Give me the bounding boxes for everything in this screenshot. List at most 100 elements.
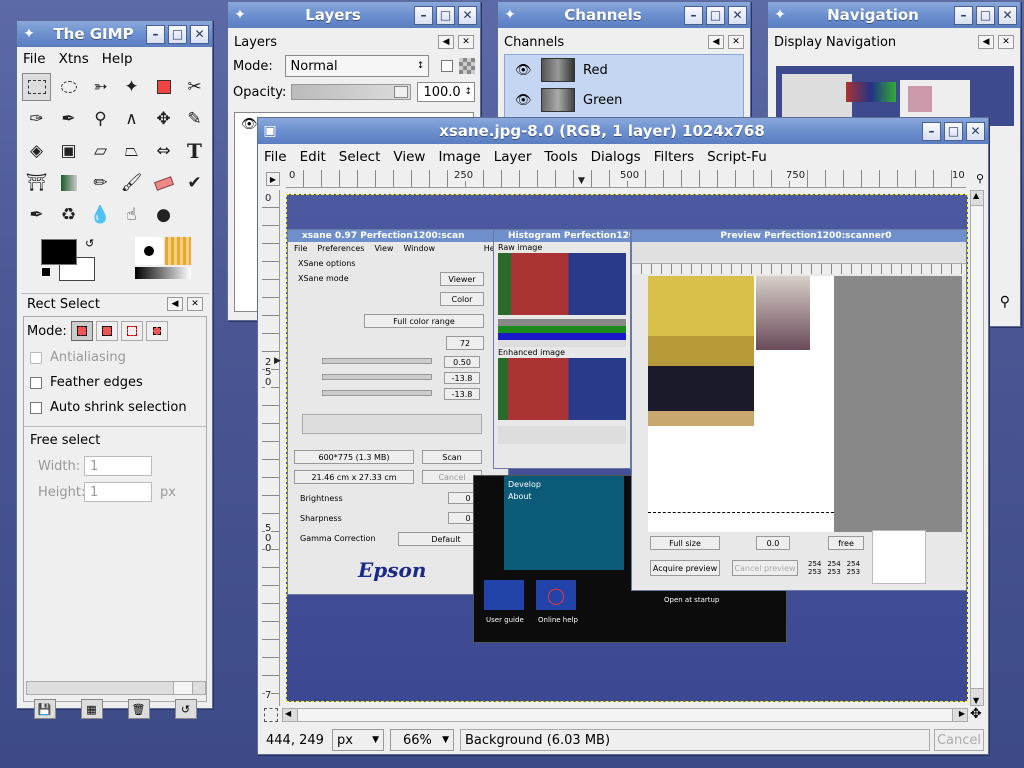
close-button[interactable]: ✕ — [190, 24, 209, 44]
maximize-button[interactable]: □ — [706, 5, 725, 25]
eye-icon[interactable]: 👁 — [515, 93, 541, 108]
rect-select-tool-icon[interactable] — [22, 73, 51, 101]
panel-menu-icon[interactable]: ◀ — [438, 35, 454, 49]
close-button[interactable]: ✕ — [458, 5, 477, 25]
layers-mode-select[interactable]: Normal ↕ — [284, 55, 430, 77]
smudge-tool-icon[interactable]: ☝ — [117, 201, 146, 229]
options-scrollbar[interactable] — [26, 681, 206, 695]
close-button[interactable]: ✕ — [728, 5, 747, 25]
default-colors-icon[interactable] — [41, 267, 51, 277]
bucket-fill-tool-icon[interactable]: ⛩ — [22, 169, 51, 197]
menu-xtns[interactable]: Xtns — [59, 51, 89, 67]
mode-subtract-button[interactable] — [120, 321, 143, 341]
vertical-scrollbar[interactable]: ▲ ▼ — [970, 190, 984, 706]
scroll-left-icon[interactable]: ◀ — [285, 709, 291, 718]
keep-transparency-checkbox[interactable] — [441, 60, 454, 72]
reset-options-icon[interactable]: ↺ — [174, 699, 197, 719]
navigation-titlebar[interactable]: ✦ Navigation – □ ✕ — [768, 2, 1020, 28]
window-menu-icon[interactable]: ✦ — [498, 7, 522, 23]
minimize-button[interactable]: – — [922, 121, 941, 141]
lasso-tool-icon[interactable]: ➳ — [86, 73, 115, 101]
stamp-tool-icon[interactable]: ♻ — [54, 201, 83, 229]
pattern-preview[interactable] — [165, 237, 191, 265]
panel-close-icon[interactable]: ✕ — [728, 35, 744, 49]
scrollbar-thumb[interactable] — [971, 205, 983, 689]
shear-tool-icon[interactable]: ▱ — [86, 137, 115, 165]
eraser-tool-icon[interactable] — [149, 169, 178, 197]
airbrush-tool-icon[interactable]: ✎ — [180, 105, 209, 133]
navigation-zoom-icon[interactable]: ⚲ — [1000, 294, 1010, 310]
paintbrush-tool-icon[interactable]: 🖌 — [117, 169, 146, 197]
minimize-button[interactable]: – — [954, 5, 973, 25]
scale-tool-icon[interactable]: ▣ — [54, 137, 83, 165]
flip-tool-icon[interactable]: ⇔ — [149, 137, 178, 165]
zoom-menu[interactable]: 66% ▼ — [390, 729, 454, 751]
scroll-right-icon[interactable]: ▶ — [959, 709, 965, 718]
blend-tool-icon[interactable] — [54, 169, 83, 197]
vertical-ruler[interactable]: 0 2 5 0 5 0 0 7 ▶ — [262, 190, 281, 706]
gradient-preview[interactable] — [135, 267, 191, 279]
ink-tool-icon[interactable]: ✒ — [22, 201, 51, 229]
unit-menu[interactable]: px ▼ — [332, 729, 384, 751]
foreground-color-swatch[interactable] — [41, 239, 77, 265]
ellipse-select-tool-icon[interactable] — [54, 73, 83, 101]
fuzzy-select-tool-icon[interactable]: ✦ — [117, 73, 146, 101]
opacity-slider[interactable] — [290, 84, 412, 100]
perspective-tool-icon[interactable]: ⏢ — [117, 137, 146, 165]
menu-view[interactable]: View — [393, 149, 425, 165]
rotate-tool-icon[interactable]: ◈ — [22, 137, 51, 165]
window-menu-icon[interactable]: ✦ — [228, 7, 252, 23]
maximize-button[interactable]: □ — [976, 5, 995, 25]
maximize-button[interactable]: □ — [944, 121, 963, 141]
layers-titlebar[interactable]: ✦ Layers – □ ✕ — [228, 2, 480, 28]
menu-script-fu[interactable]: Script-Fu — [707, 149, 767, 165]
feather-checkbox[interactable] — [30, 376, 42, 389]
brush-pattern-gradient-area[interactable] — [135, 237, 195, 281]
height-field[interactable]: 1 — [84, 482, 152, 502]
close-button[interactable]: ✕ — [998, 5, 1017, 25]
menu-file[interactable]: File — [264, 149, 287, 165]
channel-row-green[interactable]: 👁 Green — [505, 85, 743, 115]
brush-preview[interactable] — [135, 237, 163, 265]
move-tool-icon[interactable]: ✥ — [149, 105, 178, 133]
auto-shrink-checkbox[interactable] — [30, 401, 42, 414]
scissors-tool-icon[interactable]: ✂ — [180, 73, 209, 101]
close-button[interactable]: ✕ — [966, 121, 985, 141]
panel-close-icon[interactable]: ✕ — [187, 297, 203, 311]
measure-tool-icon[interactable]: ∧ — [117, 105, 146, 133]
image-canvas[interactable]: xsane 0.97 Perfection1200:scan File Pref… — [286, 194, 968, 702]
restore-options-icon[interactable]: ▦ — [80, 699, 103, 719]
text-tool-icon[interactable]: T — [180, 137, 209, 165]
minimize-button[interactable]: – — [414, 5, 433, 25]
maximize-button[interactable]: □ — [168, 24, 187, 44]
quickmask-zoom-icon[interactable]: ⚲ — [976, 172, 984, 185]
scroll-down-icon[interactable]: ▼ — [973, 696, 979, 705]
panel-menu-icon[interactable]: ◀ — [978, 35, 994, 49]
menu-layer[interactable]: Layer — [494, 149, 532, 165]
cancel-button[interactable]: Cancel — [934, 729, 984, 751]
color-picker-tool-icon[interactable]: ✒ — [54, 105, 83, 133]
width-field[interactable]: 1 — [84, 456, 152, 476]
antialiasing-checkbox[interactable] — [30, 351, 42, 364]
horizontal-ruler[interactable]: 0 250 500 750 10 ▼ — [286, 170, 966, 188]
zoom-tool-icon[interactable]: ⚲ — [86, 105, 115, 133]
clone-tool-icon[interactable]: ✔ — [180, 169, 209, 197]
panel-close-icon[interactable]: ✕ — [998, 35, 1014, 49]
image-menu-button[interactable]: ▶ — [266, 172, 280, 186]
eye-icon[interactable]: 👁 — [515, 63, 541, 78]
menu-file[interactable]: File — [23, 51, 46, 67]
maximize-button[interactable]: □ — [436, 5, 455, 25]
mode-intersect-button[interactable] — [145, 321, 168, 341]
mode-add-button[interactable] — [95, 321, 118, 341]
menu-image[interactable]: Image — [438, 149, 480, 165]
menu-help[interactable]: Help — [102, 51, 133, 67]
panel-close-icon[interactable]: ✕ — [458, 35, 474, 49]
selection-toggle-icon[interactable] — [264, 708, 278, 722]
paths-tool-icon[interactable]: ✑ — [22, 105, 51, 133]
mode-replace-button[interactable] — [70, 321, 93, 341]
channels-titlebar[interactable]: ✦ Channels – □ ✕ — [498, 2, 750, 28]
layer-visibility-icon[interactable]: 👁 — [241, 117, 258, 132]
panel-menu-icon[interactable]: ◀ — [708, 35, 724, 49]
menu-dialogs[interactable]: Dialogs — [591, 149, 641, 165]
save-options-icon[interactable]: 💾 — [33, 699, 56, 719]
